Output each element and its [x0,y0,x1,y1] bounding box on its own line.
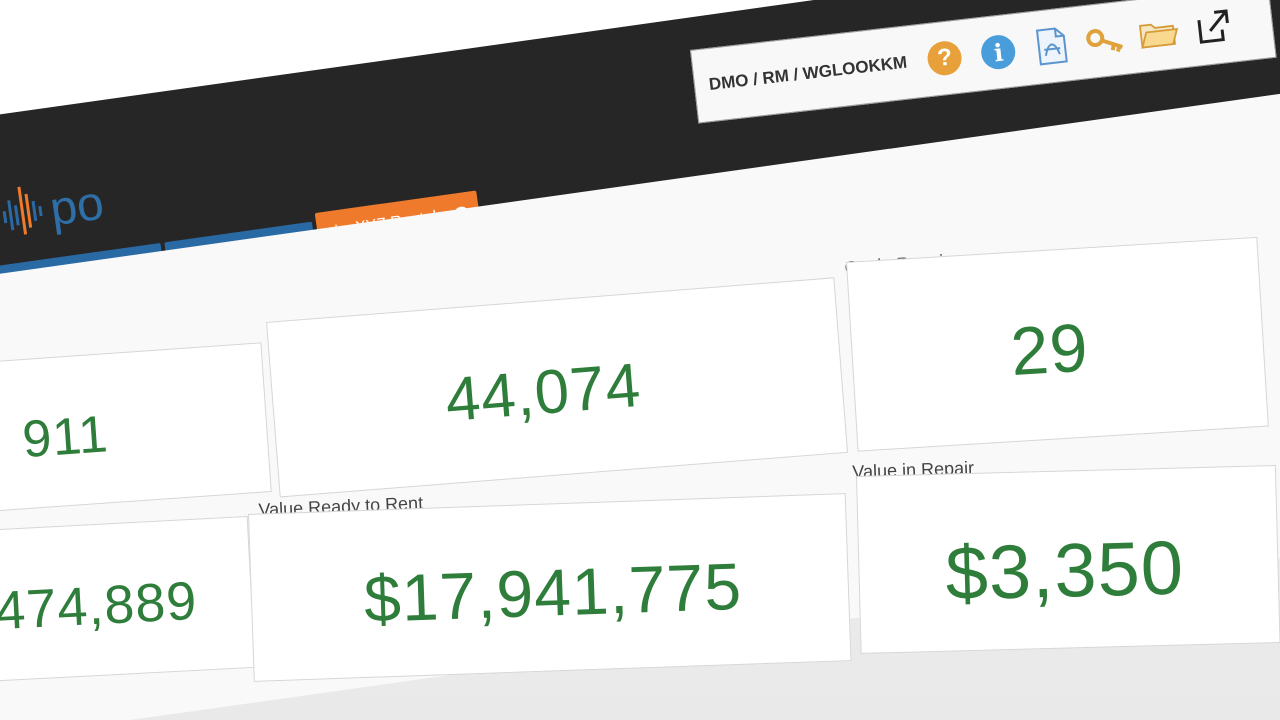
user-path: DMO / RM / WGLOOKKM [707,52,909,95]
kpi-card-qty-left: 911 [0,342,272,512]
kpi-card-value-ready: $17,941,775 [248,493,852,682]
kpi-card-value-left: 474,889 [0,515,256,682]
help-icon[interactable]: ? [923,36,967,80]
kpi-card-qty-repair: 29 [846,236,1269,452]
key-icon[interactable] [1084,18,1128,62]
kpi-value: $3,350 [944,525,1186,617]
kpi-value: $17,941,775 [362,548,744,636]
info-icon[interactable]: i [976,30,1020,74]
kpi-card-value-repair: $3,350 [856,465,1280,654]
folder-icon[interactable] [1137,12,1181,56]
kpi-value: 29 [1008,309,1091,391]
kpi-value: 911 [20,405,111,470]
kpi-value: 44,074 [443,350,644,436]
popout-icon[interactable] [1191,6,1235,50]
app-screen: DMO / RM / WGLOOKKM ? i po 911 474,889 4… [0,0,1280,720]
logo-waveform-icon [2,186,43,235]
logo-text: po [46,176,108,237]
kpi-value: 474,889 [0,570,199,642]
app-logo: po [0,168,107,242]
pdf-icon[interactable] [1030,24,1074,68]
